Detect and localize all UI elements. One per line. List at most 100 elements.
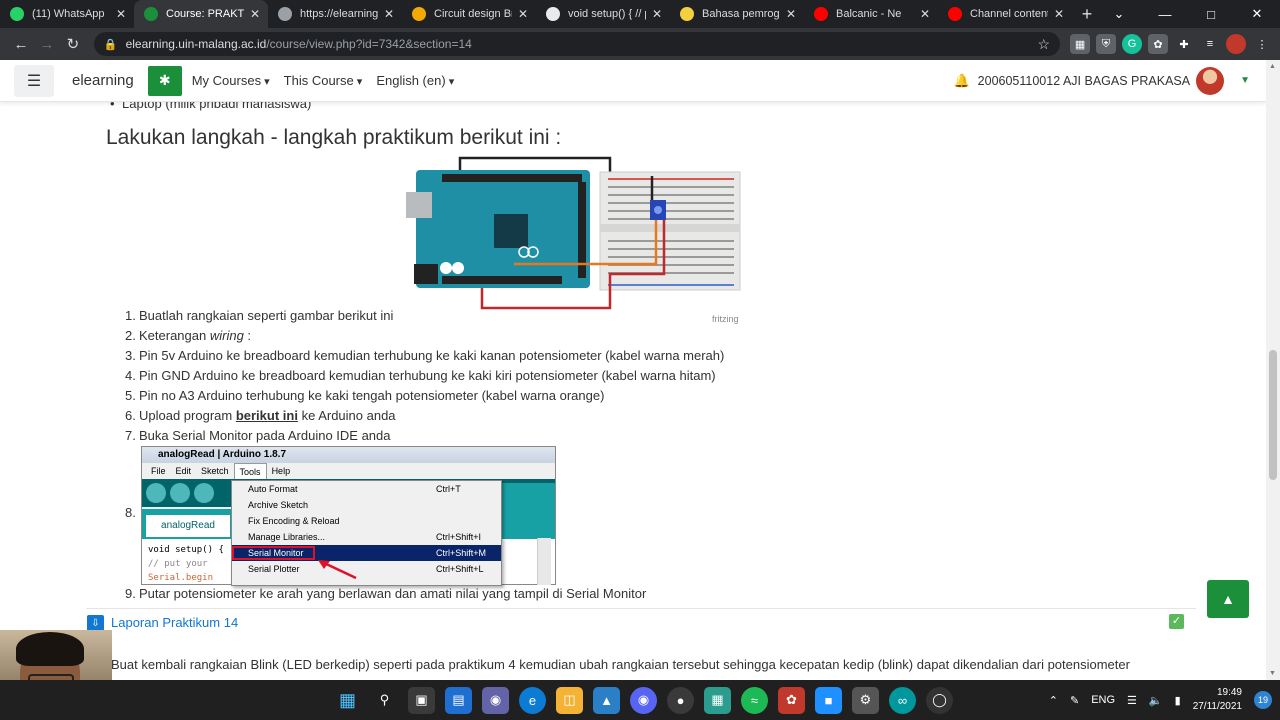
language-menu[interactable]: English (en)	[376, 73, 454, 88]
minimize-button[interactable]: —	[1142, 0, 1188, 28]
page-scrollbar[interactable]: ▲ ▼	[1266, 60, 1280, 680]
windows-taskbar: ▦ ⚲ ▣ ▤ ◉ e ◫ ▲ ◉ ● ▦ ≈ ✿ ■ ⚙ ∞ ◯ ⌃ ✎ EN…	[0, 680, 1280, 720]
clock[interactable]: 19:49 27/11/2021	[1193, 686, 1242, 714]
browser-tab[interactable]: Channel content ✕	[938, 0, 1072, 28]
highlight-box	[232, 546, 315, 560]
settings-icon[interactable]: ⚙	[852, 686, 879, 714]
edge-icon[interactable]: e	[519, 686, 546, 714]
menu-item: Archive Sketch	[248, 500, 309, 510]
battery-icon[interactable]: ▮	[1175, 694, 1181, 707]
close-tab-icon[interactable]: ✕	[114, 7, 128, 21]
forward-icon[interactable]: →	[34, 36, 60, 53]
shield-extension-icon[interactable]: ⛨	[1096, 34, 1117, 54]
browser-tab[interactable]: Circuit design Bra ✕	[402, 0, 536, 28]
browser-tab[interactable]: Course: PRAKTIKU ✕	[134, 0, 268, 28]
scroll-up-arrow-icon[interactable]: ▲	[1269, 63, 1276, 70]
menu-item: Fix Encoding & Reload	[248, 516, 340, 526]
activity-description: Buat kembali rangkaian Blink (LED berked…	[111, 657, 1130, 672]
scrollbar-thumb[interactable]	[1269, 350, 1277, 480]
extension-icon-1[interactable]: ▦	[1070, 34, 1091, 54]
scroll-down-arrow-icon[interactable]: ▼	[1269, 670, 1276, 677]
tab-title: Course: PRAKTIKU	[166, 8, 244, 20]
ide-menu-help: Help	[271, 466, 291, 476]
bell-icon[interactable]: 🔔	[953, 73, 969, 89]
discord-icon[interactable]: ◉	[630, 686, 657, 714]
close-tab-icon[interactable]: ✕	[382, 7, 396, 21]
tab-favicon-icon	[814, 7, 828, 21]
close-tab-icon[interactable]: ✕	[650, 7, 664, 21]
browser-tab[interactable]: Balcanic - Ne ✕	[804, 0, 938, 28]
new-icon	[194, 483, 214, 503]
close-tab-icon[interactable]: ✕	[248, 7, 262, 21]
chevron-up-icon[interactable]: ⌃	[1049, 694, 1058, 707]
user-name[interactable]: 200605110012 AJI BAGAS PRAKASA	[978, 74, 1190, 88]
notification-badge[interactable]: 19	[1254, 691, 1272, 709]
browser-tab[interactable]: Bahasa pemrogra ✕	[670, 0, 804, 28]
avatar[interactable]	[1196, 66, 1225, 95]
back-to-top-button[interactable]: ▲	[1207, 580, 1249, 618]
photos-icon[interactable]: ▲	[593, 686, 620, 714]
section-heading: Lakukan langkah - langkah praktikum beri…	[106, 126, 562, 149]
webcam-hair	[16, 632, 84, 666]
teams-chat-icon[interactable]: ◉	[482, 686, 509, 714]
chrome-menu-icon[interactable]: ⋮	[1252, 34, 1273, 54]
puzzle-extensions-icon[interactable]: ✚	[1174, 34, 1195, 54]
browser-tab[interactable]: https://elearning.u ✕	[268, 0, 402, 28]
list-item: 9. Putar potensiometer ke arah yang berla…	[125, 586, 647, 601]
pen-icon[interactable]: ✎	[1070, 694, 1079, 707]
program-link[interactable]: berikut ini	[236, 408, 298, 423]
ide-menu-tools: Tools	[233, 463, 267, 479]
hamburger-menu-button[interactable]: ☰	[14, 64, 54, 97]
reading-list-icon[interactable]: ≡	[1200, 34, 1221, 54]
extension-icon-4[interactable]: ✿	[1148, 34, 1169, 54]
arduino-icon[interactable]: ∞	[889, 686, 916, 714]
obs-icon[interactable]: ◯	[926, 686, 953, 714]
grammarly-icon[interactable]: G	[1122, 34, 1143, 54]
step-8-number: 8.	[125, 505, 136, 520]
fritzing-icon[interactable]: ✿	[778, 686, 805, 714]
calculator-icon[interactable]: ▦	[704, 686, 731, 714]
tab-search-icon[interactable]: ⌄	[1096, 0, 1142, 28]
browser-tab[interactable]: void setup() { // p ✕	[536, 0, 670, 28]
ide-menu-file: File	[151, 466, 166, 476]
chevron-down-icon[interactable]: ▼	[1240, 75, 1250, 86]
search-icon[interactable]: ⚲	[371, 687, 398, 714]
reload-icon[interactable]: ↻	[60, 35, 86, 53]
app-icon[interactable]: ■	[815, 686, 842, 714]
completion-check-icon[interactable]: ✓	[1169, 614, 1184, 629]
spotify-icon[interactable]: ≈	[741, 686, 768, 714]
laporan-link[interactable]: Laporan Praktikum 14	[111, 615, 238, 630]
chrome-icon[interactable]: ●	[667, 686, 694, 714]
course-content: Laptop (milik pribadi mahasiswa) Lakukan…	[0, 102, 1266, 680]
file-explorer-icon[interactable]: ◫	[556, 686, 583, 714]
user-menu[interactable]: 🔔 200605110012 AJI BAGAS PRAKASA ▼	[953, 66, 1250, 95]
close-tab-icon[interactable]: ✕	[784, 7, 798, 21]
list-item: 1. Buatlah rangkaian seperti gambar berik…	[125, 308, 394, 323]
list-item: Laptop (milik pribadi mahasiswa)	[110, 102, 311, 111]
language-indicator[interactable]: ENG	[1091, 694, 1115, 706]
close-window-button[interactable]: ✕	[1234, 0, 1280, 28]
close-tab-icon[interactable]: ✕	[1052, 7, 1066, 21]
close-tab-icon[interactable]: ✕	[918, 7, 932, 21]
this-course-menu[interactable]: This Course	[284, 73, 363, 88]
course-menu-icon[interactable]: ✱	[147, 65, 182, 96]
maximize-button[interactable]: □	[1188, 0, 1234, 28]
profile-avatar-icon[interactable]	[1226, 34, 1247, 54]
start-icon[interactable]: ▦	[334, 687, 361, 714]
browser-tab[interactable]: (11) WhatsApp ✕	[0, 0, 134, 28]
steps-list: 1. Buatlah rangkaian seperti gambar berik…	[125, 306, 724, 446]
verify-icon	[146, 483, 166, 503]
task-view-icon[interactable]: ▣	[408, 686, 435, 714]
close-tab-icon[interactable]: ✕	[516, 7, 530, 21]
widgets-icon[interactable]: ▤	[445, 686, 472, 714]
wifi-icon[interactable]: ☰	[1127, 694, 1137, 707]
url-bar[interactable]: 🔒 elearning.uin-malang.ac.id /course/vie…	[93, 32, 1061, 56]
back-icon[interactable]: ←	[8, 36, 34, 53]
browser-tab-strip: (11) WhatsApp✕Course: PRAKTIKU✕https://e…	[0, 0, 1280, 28]
tab-title: Bahasa pemrogra	[702, 8, 780, 20]
my-courses-menu[interactable]: My Courses	[192, 73, 270, 88]
site-brand[interactable]: elearning	[72, 72, 134, 89]
lock-icon[interactable]: 🔒	[104, 38, 118, 51]
bookmark-star-icon[interactable]: ☆	[1037, 36, 1050, 53]
volume-icon[interactable]: 🔈	[1149, 694, 1163, 707]
